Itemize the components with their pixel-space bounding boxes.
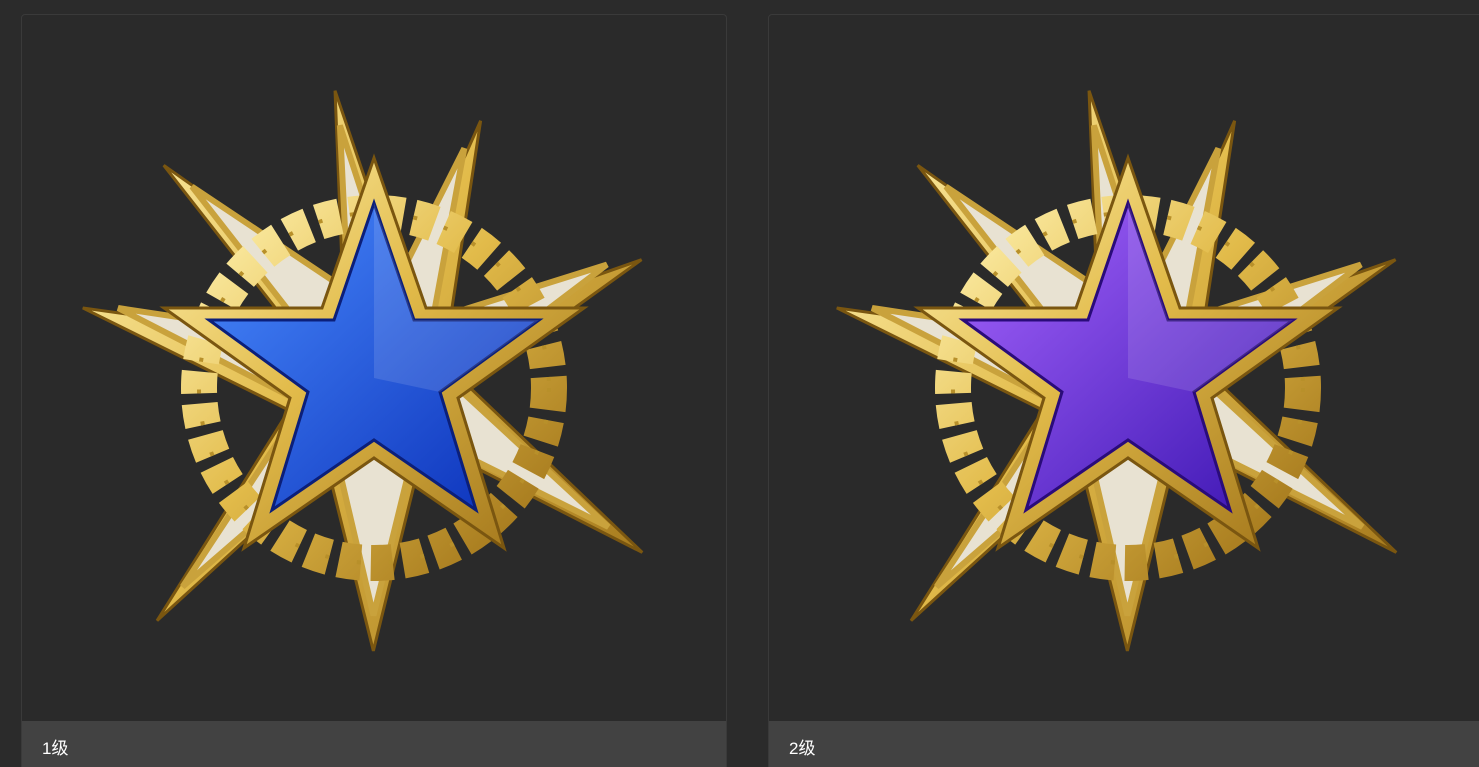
- medal-star-icon: [82, 90, 644, 652]
- medal-level-label: 1级: [22, 721, 726, 767]
- medal-level-label: 2级: [769, 721, 1479, 767]
- medal-grid: 1级 2级: [0, 0, 1479, 767]
- medal-image: [769, 15, 1479, 721]
- medal-image: [22, 15, 726, 721]
- medal-card-level-2[interactable]: 2级: [768, 14, 1479, 767]
- medal-card-level-1[interactable]: 1级: [21, 14, 727, 767]
- medal-star-icon: [836, 90, 1398, 652]
